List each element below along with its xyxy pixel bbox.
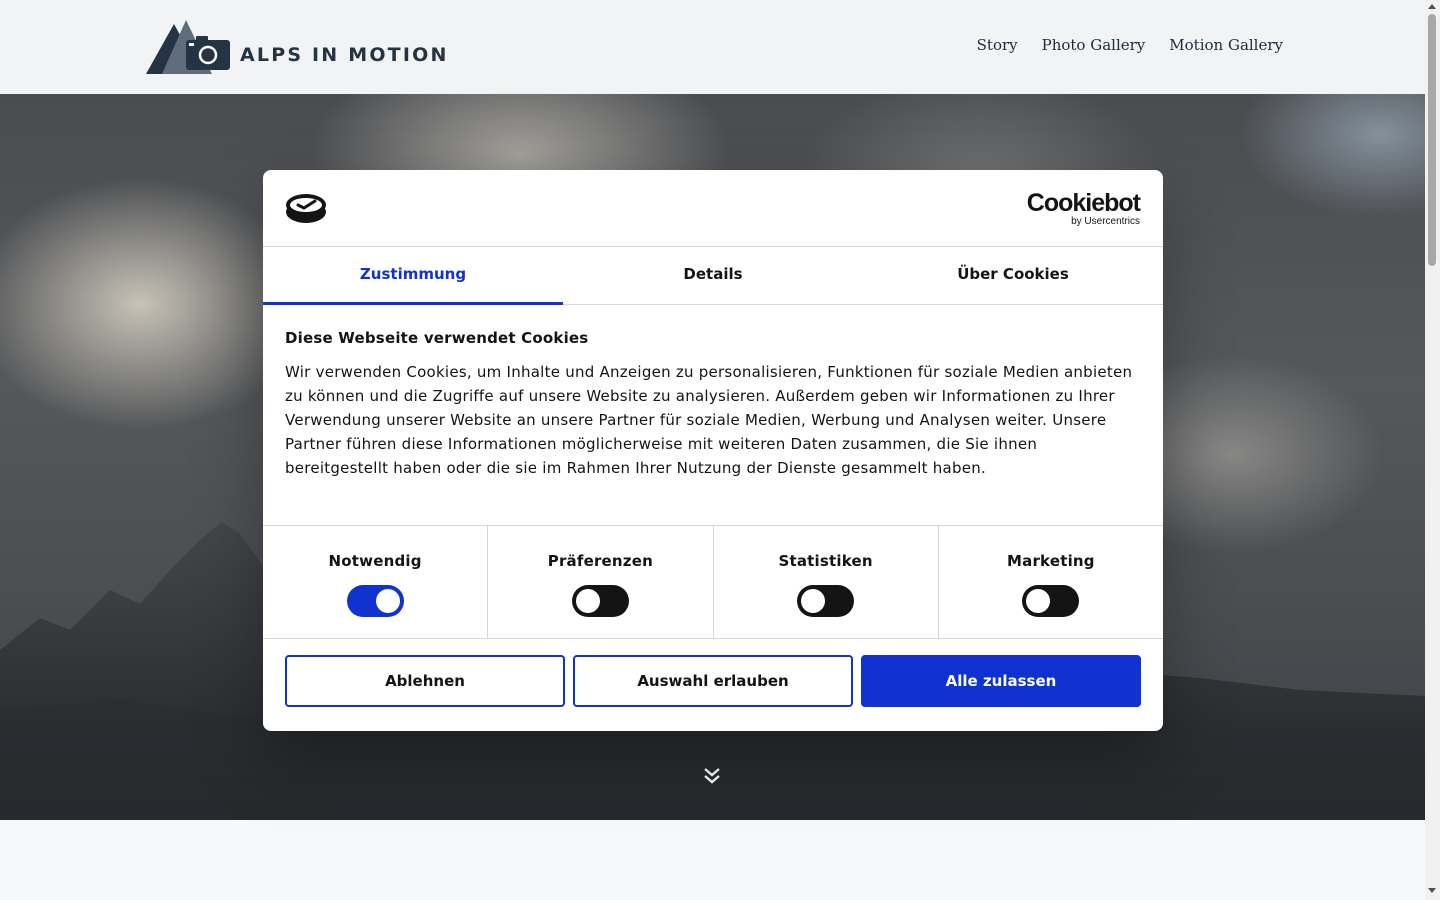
site-header: ALPS IN MOTION Story Photo Gallery Motio…: [0, 0, 1425, 94]
dialog-tabs: Zustimmung Details Über Cookies: [263, 247, 1163, 305]
dialog-body: Diese Webseite verwendet Cookies Wir ver…: [263, 305, 1163, 526]
scroll-down-arrow-icon[interactable]: [1428, 888, 1436, 893]
cookie-consent-dialog: Cookiebot by Usercentrics Zustimmung Det…: [263, 170, 1163, 731]
scroll-thumb[interactable]: [1428, 14, 1436, 266]
nav-link-photo-gallery[interactable]: Photo Gallery: [1042, 36, 1146, 54]
dialog-text: Wir verwenden Cookies, um Inhalte und An…: [285, 363, 1133, 477]
toggle-marketing[interactable]: [1022, 585, 1080, 617]
scroll-up-arrow-icon[interactable]: [1428, 4, 1436, 9]
tab-details[interactable]: Details: [563, 247, 863, 304]
allow-selection-button[interactable]: Auswahl erlauben: [573, 655, 853, 707]
category-marketing: Marketing: [939, 526, 1163, 638]
reject-button[interactable]: Ablehnen: [285, 655, 565, 707]
toggle-knob: [1026, 589, 1051, 613]
toggle-praeferenzen[interactable]: [571, 585, 629, 617]
dialog-actions: Ablehnen Auswahl erlauben Alle zulassen: [263, 639, 1163, 707]
category-praeferenzen: Präferenzen: [488, 526, 714, 638]
page-scrollbar[interactable]: [1425, 0, 1440, 900]
site-logo[interactable]: ALPS IN MOTION: [146, 18, 449, 76]
category-label: Präferenzen: [547, 552, 653, 570]
cookiebot-logo[interactable]: Cookiebot by Usercentrics: [1026, 189, 1141, 227]
category-label: Notwendig: [328, 552, 422, 570]
category-notwendig: Notwendig: [263, 526, 489, 638]
page: ALPS IN MOTION Story Photo Gallery Motio…: [0, 0, 1440, 900]
tab-ueber-cookies[interactable]: Über Cookies: [863, 247, 1163, 304]
mountain-camera-icon: [146, 20, 230, 74]
category-statistiken: Statistiken: [714, 526, 939, 638]
cookie-consent-icon: [286, 194, 326, 223]
toggle-notwendig[interactable]: [346, 585, 404, 617]
cookiebot-name: Cookiebot: [1026, 189, 1141, 217]
toggle-knob: [375, 589, 400, 613]
content-area: [0, 820, 1425, 900]
toggle-knob: [801, 589, 826, 613]
tab-zustimmung[interactable]: Zustimmung: [263, 247, 563, 305]
site-name: ALPS IN MOTION: [240, 44, 449, 66]
nav-link-story[interactable]: Story: [977, 36, 1018, 54]
toggle-knob: [575, 589, 600, 613]
dialog-header: Cookiebot by Usercentrics: [263, 170, 1163, 247]
cookiebot-by: by Usercentrics: [1071, 216, 1140, 227]
nav-link-motion-gallery[interactable]: Motion Gallery: [1169, 36, 1283, 54]
allow-all-button[interactable]: Alle zulassen: [861, 655, 1141, 707]
consent-categories: Notwendig Präferenzen Statistiken Market…: [263, 526, 1163, 639]
main-nav: Story Photo Gallery Motion Gallery: [977, 36, 1283, 54]
category-label: Statistiken: [778, 552, 873, 570]
dialog-title: Diese Webseite verwendet Cookies: [285, 329, 589, 347]
double-chevron-down-icon[interactable]: [702, 766, 722, 786]
toggle-statistiken[interactable]: [797, 585, 855, 617]
category-label: Marketing: [1007, 552, 1095, 570]
